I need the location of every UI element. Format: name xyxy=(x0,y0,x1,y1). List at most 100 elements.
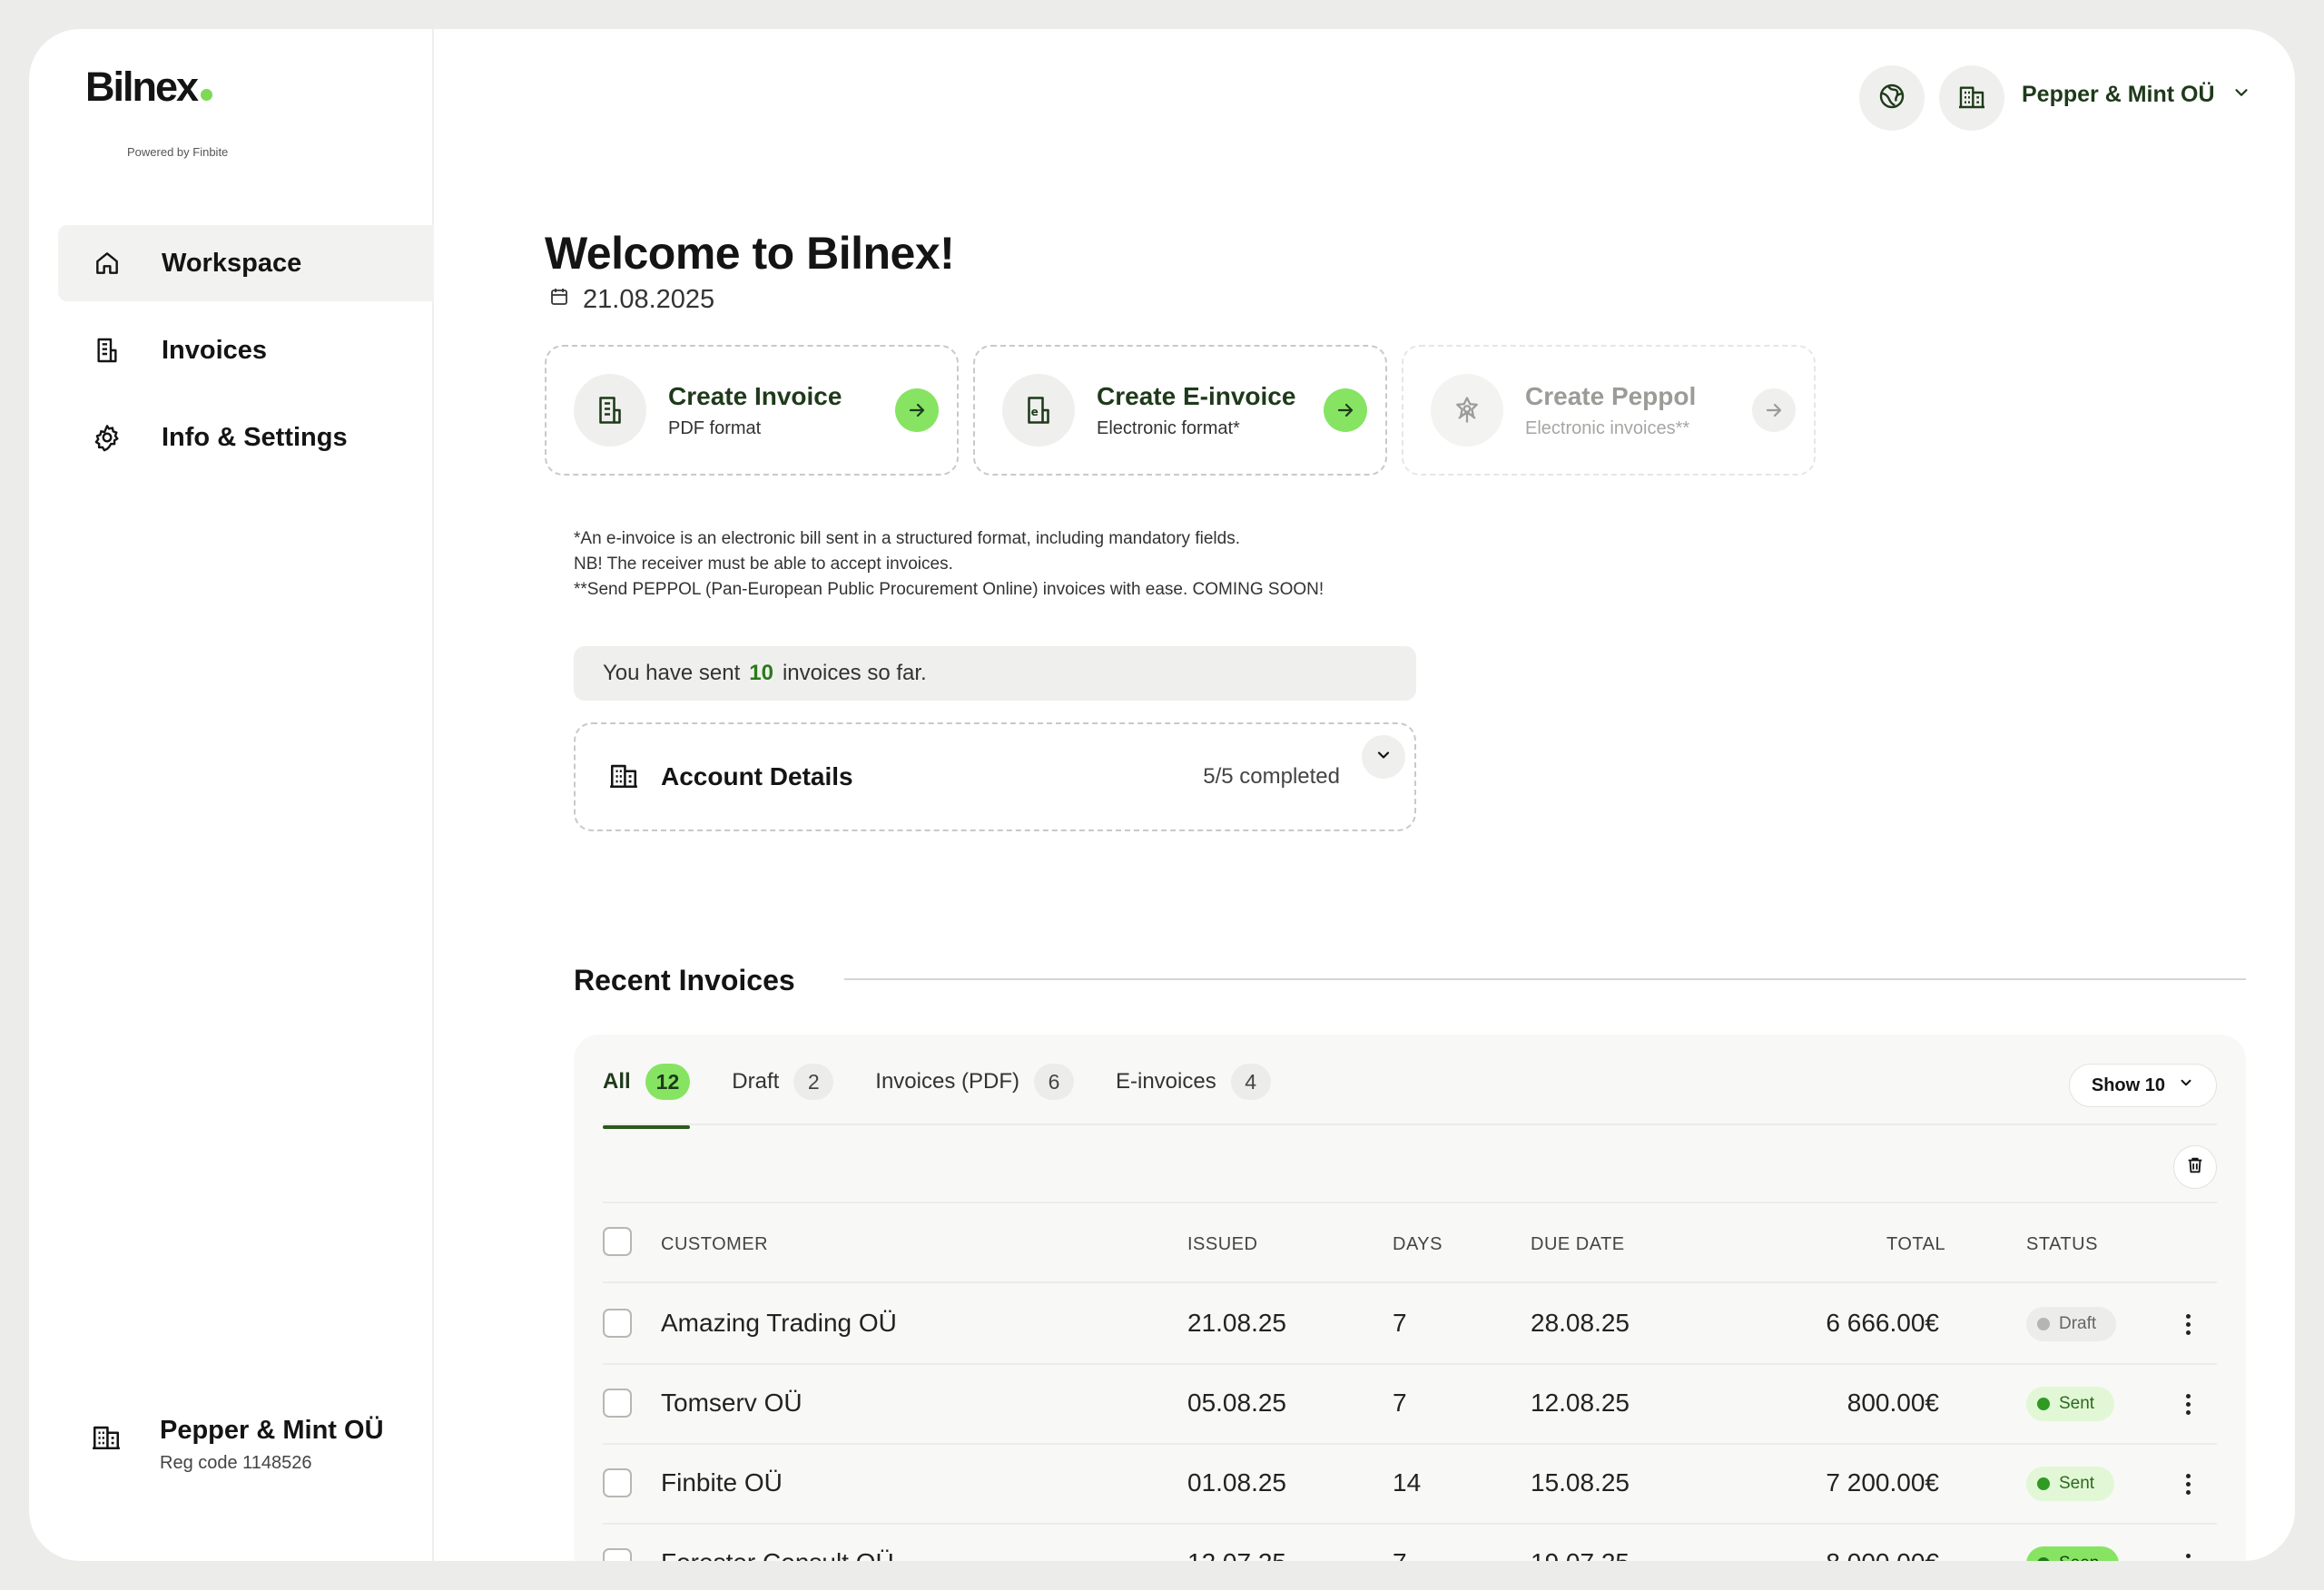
status-badge: Seen xyxy=(2026,1546,2120,1561)
table-row[interactable]: Forester Consult OÜ 12.07.25 7 19.07.25 … xyxy=(574,1523,2246,1561)
status-badge: Draft xyxy=(2026,1307,2117,1341)
status-text: Seen xyxy=(2059,1554,2099,1561)
sent-count: 10 xyxy=(749,661,773,685)
action-title: Create Peppol xyxy=(1525,381,1697,410)
gear-icon xyxy=(91,421,123,454)
cell-days: 14 xyxy=(1393,1468,1422,1497)
page-size-select[interactable]: Show 10 xyxy=(2068,1064,2217,1107)
create-peppol-button[interactable]: Create Peppol Electronic invoices** xyxy=(1402,345,1816,476)
action-subtitle: PDF format xyxy=(668,417,762,438)
chevron-down-icon xyxy=(2178,1075,2194,1096)
delete-selected-button[interactable] xyxy=(2173,1145,2217,1189)
sent-invoices-summary: You have sent 10 invoices so far. xyxy=(574,646,1416,701)
status-text: Draft xyxy=(2059,1314,2097,1333)
sent-suffix: invoices so far. xyxy=(782,661,927,685)
building-icon xyxy=(91,1421,123,1454)
chevron-down-icon xyxy=(1374,746,1393,769)
cell-days: 7 xyxy=(1393,1389,1407,1417)
language-button[interactable] xyxy=(1859,65,1925,131)
tab-label: All xyxy=(603,1069,631,1094)
tab-all[interactable]: All 12 xyxy=(603,1064,691,1129)
table-divider xyxy=(603,1202,2217,1203)
status-dot xyxy=(2037,1477,2050,1490)
einvoice-notes: *An e-invoice is an electronic bill sent… xyxy=(574,526,1324,603)
sidebar-company[interactable]: Pepper & Mint OÜ Reg code 1148526 xyxy=(91,1416,384,1474)
note-line: NB! The receiver must be able to accept … xyxy=(574,555,953,574)
select-all-checkbox[interactable] xyxy=(603,1227,632,1256)
cell-total: 7 200.00€ xyxy=(1826,1468,1939,1497)
column-header-total[interactable]: TOTAL xyxy=(1886,1234,1945,1255)
action-subtitle: Electronic format* xyxy=(1097,417,1240,438)
cell-issued: 21.08.25 xyxy=(1187,1309,1286,1337)
sidebar-item-invoices[interactable]: Invoices xyxy=(58,312,434,388)
row-checkbox[interactable] xyxy=(603,1309,632,1338)
sidebar-item-label: Workspace xyxy=(162,248,302,278)
action-title: Create Invoice xyxy=(668,381,842,410)
einvoice-icon: e xyxy=(1002,374,1075,447)
status-dot xyxy=(2037,1398,2050,1410)
table-row[interactable]: Tomserv OÜ 05.08.25 7 12.08.25 800.00€ S… xyxy=(574,1363,2246,1443)
row-menu-button[interactable] xyxy=(2175,1548,2201,1561)
tab-label: Invoices (PDF) xyxy=(875,1069,1019,1094)
cell-issued: 01.08.25 xyxy=(1187,1468,1286,1497)
account-details-label: Account Details xyxy=(661,762,853,790)
sidebar-item-label: Invoices xyxy=(162,335,268,365)
cell-total: 8 000.00€ xyxy=(1712,1548,1939,1561)
sidebar-item-workspace[interactable]: Workspace xyxy=(58,225,434,301)
cell-customer: Amazing Trading OÜ xyxy=(661,1309,897,1337)
invoice-icon xyxy=(574,374,646,447)
company-switch-button[interactable] xyxy=(1939,65,2004,131)
column-header-status[interactable]: STATUS xyxy=(2026,1234,2098,1255)
tab-draft[interactable]: Draft 2 xyxy=(732,1064,834,1100)
logo-tagline: Powered by Finbite xyxy=(127,145,229,159)
cell-issued: 05.08.25 xyxy=(1187,1389,1286,1417)
note-line: **Send PEPPOL (Pan-European Public Procu… xyxy=(574,580,1324,599)
table-row[interactable]: Finbite OÜ 01.08.25 14 15.08.25 7 200.00… xyxy=(574,1443,2246,1523)
row-checkbox[interactable] xyxy=(603,1468,632,1497)
current-date: 21.08.2025 xyxy=(548,285,714,315)
cell-due-date: 12.08.25 xyxy=(1531,1389,1630,1417)
recent-invoices-panel: All 12 Draft 2 Invoices (PDF) 6 E-invoic… xyxy=(574,1035,2246,1561)
app-window: Bilnex Powered by Finbite Workspace Invo… xyxy=(29,29,2295,1561)
status-dot xyxy=(2037,1318,2050,1330)
recent-invoices-title: Recent Invoices xyxy=(574,964,795,996)
create-invoice-button[interactable]: Create Invoice PDF format xyxy=(545,345,959,476)
cell-customer: Forester Consult OÜ xyxy=(661,1548,894,1561)
svg-text:e: e xyxy=(1031,406,1039,418)
invoice-icon xyxy=(91,334,123,367)
tab-count: 4 xyxy=(1230,1064,1271,1100)
tab-count: 12 xyxy=(645,1064,691,1100)
column-header-due-date[interactable]: DUE DATE xyxy=(1531,1234,1625,1255)
company-dropdown[interactable]: Pepper & Mint OÜ xyxy=(2022,82,2251,108)
arrow-right-icon xyxy=(1324,388,1367,432)
row-menu-button[interactable] xyxy=(2175,1468,2201,1499)
table-row[interactable]: Amazing Trading OÜ 21.08.25 7 28.08.25 6… xyxy=(574,1283,2246,1363)
cell-total: 800.00€ xyxy=(1846,1389,1939,1417)
column-header-days[interactable]: DAYS xyxy=(1393,1234,1443,1255)
column-header-issued[interactable]: ISSUED xyxy=(1187,1234,1257,1255)
row-checkbox[interactable] xyxy=(603,1548,632,1561)
company-name: Pepper & Mint OÜ xyxy=(160,1416,384,1445)
date-text: 21.08.2025 xyxy=(583,285,715,314)
row-checkbox[interactable] xyxy=(603,1389,632,1418)
logo-dot xyxy=(201,89,213,101)
home-icon xyxy=(91,247,123,280)
row-menu-button[interactable] xyxy=(2175,1389,2201,1419)
account-details-card[interactable]: Account Details 5/5 completed xyxy=(574,722,1416,831)
create-einvoice-button[interactable]: e Create E-invoice Electronic format* xyxy=(973,345,1387,476)
building-icon xyxy=(1957,82,1986,115)
row-menu-button[interactable] xyxy=(2175,1309,2201,1340)
sidebar-item-settings[interactable]: Info & Settings xyxy=(58,399,434,476)
column-header-customer[interactable]: CUSTOMER xyxy=(661,1234,768,1255)
cell-customer: Tomserv OÜ xyxy=(661,1389,803,1417)
sidebar-nav: Workspace Invoices Info & Settings xyxy=(58,225,434,486)
tab-einvoices[interactable]: E-invoices 4 xyxy=(1116,1064,1271,1100)
logo[interactable]: Bilnex Powered by Finbite xyxy=(85,64,228,159)
trash-icon xyxy=(2185,1155,2205,1180)
tab-invoices-pdf[interactable]: Invoices (PDF) 6 xyxy=(875,1064,1074,1100)
cell-due-date: 15.08.25 xyxy=(1531,1468,1630,1497)
status-dot xyxy=(2037,1557,2050,1561)
account-details-toggle[interactable] xyxy=(1362,735,1405,779)
arrow-right-icon xyxy=(1752,388,1796,432)
section-divider xyxy=(844,978,2246,980)
